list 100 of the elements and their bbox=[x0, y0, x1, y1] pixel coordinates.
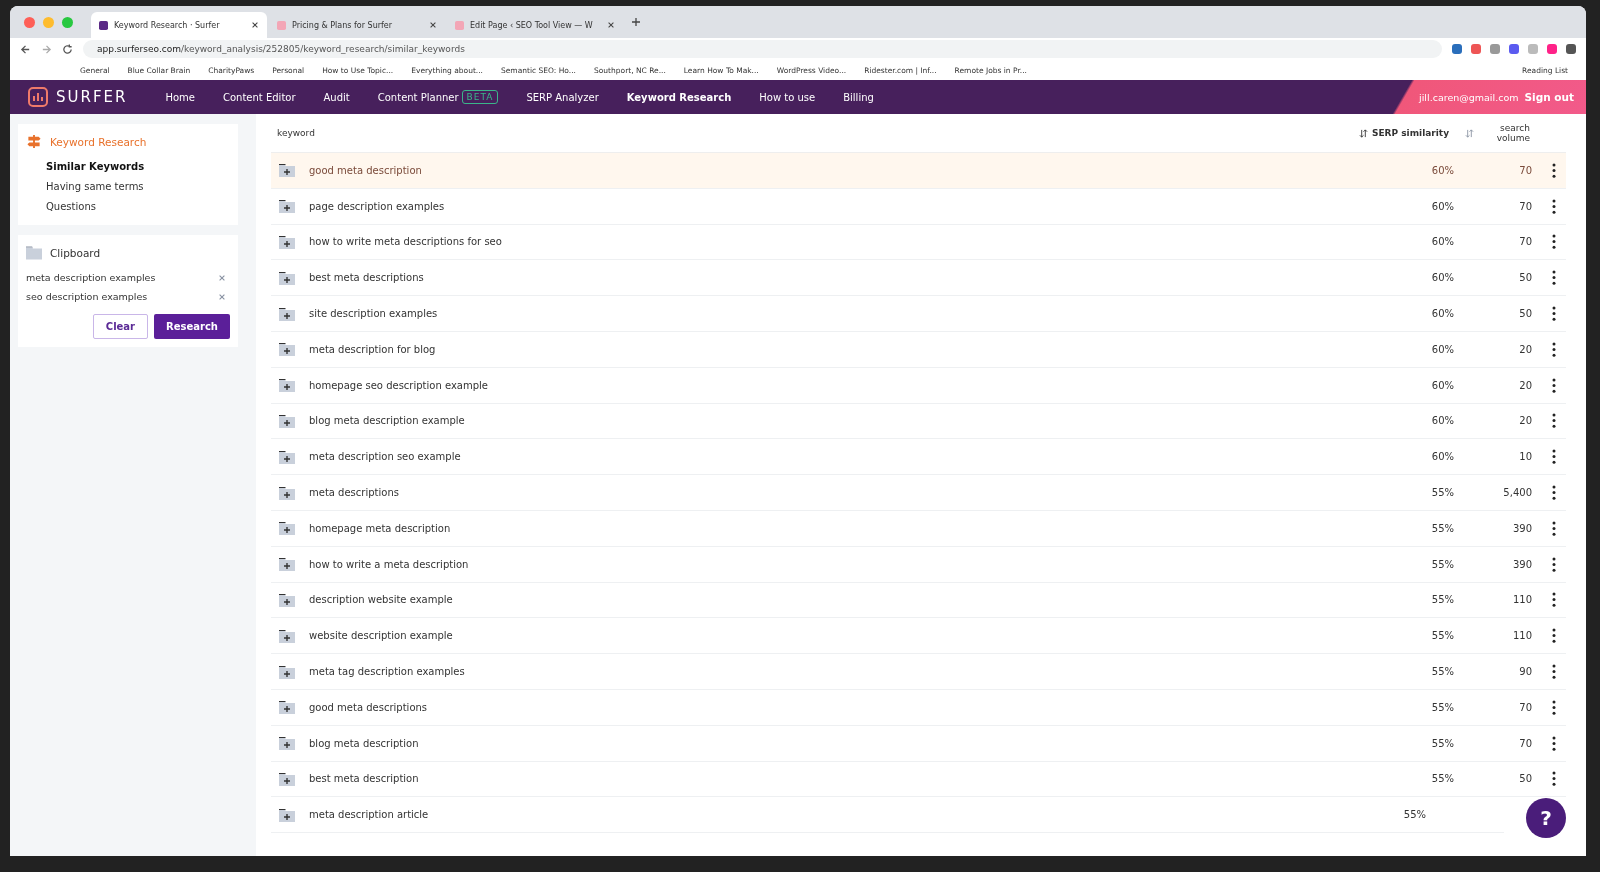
volume-cell: 50 bbox=[1519, 308, 1532, 320]
nav-link[interactable]: SERP Analyzer bbox=[526, 91, 599, 103]
keyword-cell-text: meta description for blog bbox=[309, 343, 437, 355]
more-icon[interactable] bbox=[1552, 771, 1556, 787]
folder-plus-icon[interactable] bbox=[279, 342, 295, 357]
table-row[interactable]: good meta descriptions 55% 70 bbox=[271, 689, 1566, 726]
column-header[interactable]: keyword bbox=[271, 128, 1359, 138]
table-row[interactable]: blog meta description 55% 70 bbox=[271, 725, 1566, 762]
folder-plus-icon[interactable] bbox=[279, 199, 295, 214]
clear-button[interactable]: Clear bbox=[92, 314, 149, 339]
folder-plus-icon[interactable] bbox=[279, 807, 295, 822]
folder-plus-icon[interactable] bbox=[279, 521, 295, 536]
more-icon[interactable] bbox=[1552, 556, 1556, 572]
table-row[interactable]: site description examples 60% 50 bbox=[271, 296, 1566, 332]
more-icon[interactable] bbox=[1552, 628, 1556, 644]
close-icon[interactable] bbox=[251, 21, 259, 29]
table-row[interactable]: meta descriptions 55% 5,400 bbox=[271, 475, 1566, 511]
folder-plus-icon[interactable] bbox=[279, 485, 295, 500]
volume-cell: 390 bbox=[1512, 522, 1532, 534]
extension-icons[interactable] bbox=[1452, 44, 1576, 54]
table-row[interactable]: best meta description 55% 50 bbox=[271, 761, 1566, 798]
table-row[interactable]: good meta description 60% 70 bbox=[271, 153, 1566, 189]
similarity-cell-text: 55% bbox=[1430, 773, 1454, 785]
table-row[interactable]: how to write meta descriptions for seo 60% 70 bbox=[271, 224, 1566, 261]
table-row[interactable]: homepage seo description example 60% 20 bbox=[271, 367, 1566, 404]
more-icon[interactable] bbox=[1552, 592, 1556, 608]
browser-tab[interactable]: Pricing & Plans for Surfer bbox=[269, 12, 445, 38]
sidebar-item[interactable]: Similar Keywords bbox=[26, 157, 230, 177]
nav-link[interactable]: Keyword Research bbox=[626, 91, 732, 103]
folder-plus-icon[interactable] bbox=[279, 700, 295, 715]
more-icon[interactable] bbox=[1552, 234, 1556, 250]
folder-plus-icon[interactable] bbox=[279, 557, 295, 572]
more-icon[interactable] bbox=[1552, 413, 1556, 429]
sidebar-item[interactable]: Questions bbox=[26, 197, 230, 217]
folder-plus-icon[interactable] bbox=[279, 235, 295, 249]
close-icon[interactable] bbox=[429, 21, 437, 29]
more-icon[interactable] bbox=[1552, 699, 1556, 715]
more-icon[interactable] bbox=[1552, 520, 1556, 536]
nav-link[interactable]: Billing bbox=[843, 91, 874, 103]
similarity-cell-text: 55% bbox=[1430, 737, 1454, 749]
table-row[interactable]: homepage meta description 55% 390 bbox=[271, 510, 1566, 547]
column-header[interactable]: search volume bbox=[1474, 123, 1530, 143]
folder-plus-icon[interactable] bbox=[279, 163, 295, 178]
volume-cell: 70 bbox=[1519, 236, 1532, 248]
user-email: jill.caren@gmail.com bbox=[1419, 91, 1519, 103]
address-bar[interactable]: app.surferseo.com/keyword_analysis/252805/keyword_research/similar_keywords bbox=[83, 40, 1442, 58]
column-header[interactable]: SERP similarity bbox=[1358, 128, 1449, 138]
nav-link[interactable]: Home bbox=[165, 91, 195, 103]
more-icon[interactable] bbox=[1552, 449, 1556, 465]
table-row[interactable]: meta tag description examples 55% 90 bbox=[271, 654, 1566, 690]
table-row[interactable]: blog meta description example 60% 20 bbox=[271, 403, 1566, 440]
close-icon[interactable] bbox=[607, 21, 615, 29]
table-row[interactable]: meta description seo example 60% 10 bbox=[271, 439, 1566, 476]
help-button[interactable]: ? bbox=[1526, 798, 1566, 838]
folder-plus-icon[interactable] bbox=[279, 664, 295, 679]
table-row[interactable]: website description example 55% 110 bbox=[271, 618, 1566, 655]
folder-plus-icon[interactable] bbox=[279, 771, 295, 786]
table-row[interactable]: meta description article 55% bbox=[271, 797, 1504, 834]
section-title: Clipboard bbox=[50, 246, 101, 259]
nav-link[interactable]: Audit bbox=[323, 91, 350, 103]
volume-cell: 110 bbox=[1512, 630, 1532, 642]
table-row[interactable]: how to write a meta description 55% 390 bbox=[271, 546, 1566, 583]
more-icon[interactable] bbox=[1552, 485, 1556, 501]
folder-plus-icon[interactable] bbox=[279, 270, 295, 285]
table-row[interactable]: meta description for blog 60% 20 bbox=[271, 332, 1566, 368]
table-row[interactable]: page description examples 60% 70 bbox=[271, 188, 1566, 225]
nav-link[interactable]: How to use bbox=[759, 91, 816, 103]
more-icon[interactable] bbox=[1552, 162, 1556, 178]
folder-plus-icon[interactable] bbox=[279, 306, 295, 321]
reload-icon[interactable] bbox=[62, 43, 73, 55]
table-row[interactable]: best meta descriptions 60% 50 bbox=[271, 260, 1566, 297]
research-button[interactable]: Research bbox=[154, 314, 230, 339]
more-icon[interactable] bbox=[1552, 270, 1556, 286]
more-icon[interactable] bbox=[1552, 735, 1556, 751]
similarity-cell-text: 55% bbox=[1430, 487, 1454, 499]
sidebar-item[interactable]: Having same terms bbox=[26, 177, 230, 197]
new-tab-icon[interactable] bbox=[631, 17, 641, 27]
folder-plus-icon[interactable] bbox=[279, 378, 295, 393]
volume-cell: 390 bbox=[1512, 558, 1532, 570]
favicon-icon bbox=[99, 20, 108, 30]
more-icon[interactable] bbox=[1552, 341, 1556, 357]
folder-plus-icon[interactable] bbox=[279, 449, 295, 464]
keyword-cell-text: blog meta description bbox=[309, 737, 420, 749]
back-icon[interactable] bbox=[20, 43, 31, 55]
more-icon[interactable] bbox=[1552, 306, 1556, 322]
browser-tab[interactable]: Edit Page ‹ SEO Tool View — W bbox=[447, 12, 623, 38]
folder-plus-icon[interactable] bbox=[279, 592, 295, 607]
keyword-cell-text: homepage meta description bbox=[309, 522, 452, 534]
more-icon[interactable] bbox=[1552, 377, 1556, 393]
volume-cell: 50 bbox=[1519, 272, 1532, 284]
more-icon[interactable] bbox=[1552, 198, 1556, 214]
more-icon[interactable] bbox=[1552, 664, 1556, 680]
folder-plus-icon[interactable] bbox=[279, 413, 295, 428]
table-row[interactable]: description website example 55% 110 bbox=[271, 582, 1566, 619]
folder-plus-icon[interactable] bbox=[279, 736, 295, 751]
nav-link[interactable]: Content Planner BETA bbox=[377, 90, 499, 104]
browser-tab[interactable]: Keyword Research · Surfer bbox=[91, 12, 267, 38]
nav-link[interactable]: Content Editor bbox=[223, 91, 296, 103]
folder-plus-icon[interactable] bbox=[279, 628, 295, 643]
keyword-cell-text: best meta descriptions bbox=[309, 272, 425, 284]
